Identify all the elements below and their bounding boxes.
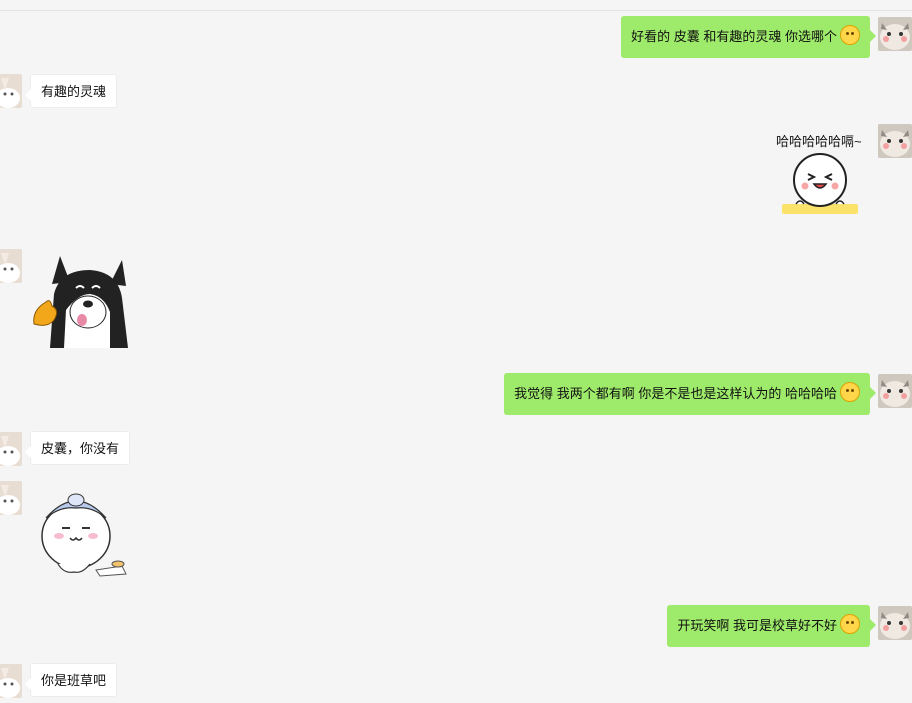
message-text: 皮囊，你没有 (41, 441, 120, 456)
avatar-self[interactable] (878, 374, 912, 408)
avatar-self[interactable] (878, 124, 912, 158)
message-bubble-received[interactable]: 你是班草吧 (24, 663, 118, 697)
avatar-contact[interactable] (0, 249, 22, 283)
avatar-contact[interactable] (0, 664, 22, 698)
surprised-emoji-icon (840, 614, 860, 634)
avatar-self[interactable] (878, 17, 912, 51)
grinning-emoji-icon (840, 382, 860, 402)
sticker-caption: 哈哈哈哈哈嗝~ (776, 134, 862, 149)
chubby-cat-sticker[interactable] (36, 486, 130, 580)
avatar-contact[interactable] (0, 481, 22, 515)
message-text: 好看的 皮囊 和有趣的灵魂 你选哪个 (631, 29, 837, 44)
header-divider (0, 10, 912, 11)
avatar-self[interactable] (878, 606, 912, 640)
message-text: 你是班草吧 (41, 673, 107, 688)
message-bubble-sent[interactable]: 好看的 皮囊 和有趣的灵魂 你选哪个 (621, 16, 876, 58)
husky-dog-sticker[interactable] (30, 254, 130, 350)
thinking-emoji-icon (840, 25, 860, 45)
chubby-cat-icon (41, 493, 127, 577)
message-bubble-sent[interactable]: 我觉得 我两个都有啊 你是不是也是这样认为的 哈哈哈哈 (504, 373, 876, 415)
message-bubble-sent[interactable]: 开玩笑啊 我可是校草好不好 (667, 605, 876, 647)
message-bubble-received[interactable]: 皮囊，你没有 (24, 431, 131, 465)
avatar-contact[interactable] (0, 74, 22, 108)
message-bubble-received[interactable]: 有趣的灵魂 (24, 74, 118, 108)
avatar-contact[interactable] (0, 432, 22, 466)
message-text: 有趣的灵魂 (41, 84, 107, 99)
message-text: 开玩笑啊 我可是校草好不好 (677, 618, 837, 633)
husky-dog-icon (33, 256, 128, 348)
laughing-blob-sticker[interactable]: 哈哈哈哈哈嗝~ (776, 128, 876, 220)
message-text: 我觉得 我两个都有啊 你是不是也是这样认为的 哈哈哈哈 (514, 386, 837, 401)
